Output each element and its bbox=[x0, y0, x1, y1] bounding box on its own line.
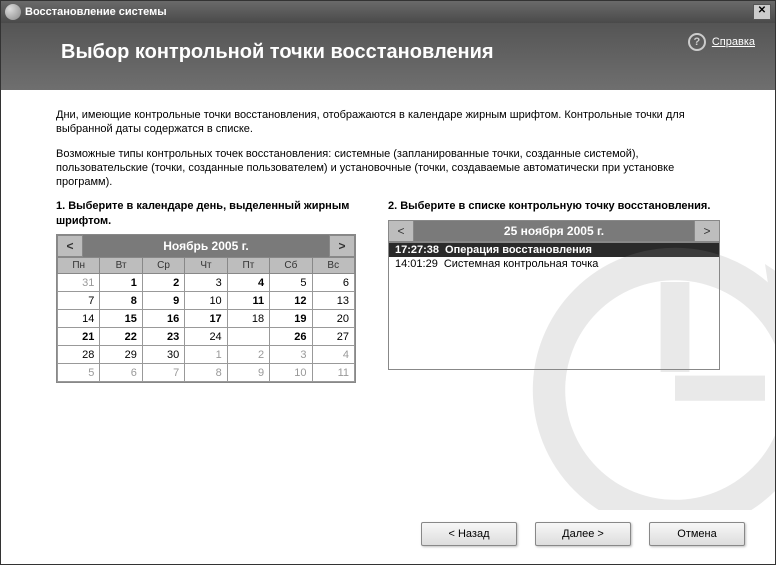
calendar-day[interactable]: 9 bbox=[227, 364, 269, 382]
restore-point-list[interactable]: 17:27:38 Операция восстановления 14:01:29 С… bbox=[388, 242, 720, 370]
restore-point-desc: Операция восстановления bbox=[445, 244, 592, 256]
calendar-weekday: Вт bbox=[100, 258, 142, 274]
content: Дни, имеющие контрольные точки восстанов… bbox=[1, 90, 775, 510]
window-title: Восстановление системы bbox=[25, 6, 167, 18]
calendar-day[interactable]: 8 bbox=[185, 364, 227, 382]
restore-point-item[interactable]: 17:27:38 Операция восстановления bbox=[389, 243, 719, 257]
calendar-day[interactable]: 16 bbox=[142, 310, 184, 328]
calendar-prev-button[interactable]: < bbox=[57, 235, 83, 257]
calendar-day[interactable]: 4 bbox=[312, 346, 354, 364]
calendar-day[interactable]: 21 bbox=[58, 328, 100, 346]
date-prev-button[interactable]: < bbox=[388, 220, 414, 242]
app-icon bbox=[5, 4, 21, 20]
help-link[interactable]: ? Справка bbox=[688, 33, 755, 51]
step1-label: 1. Выберите в календаре день, выделенный… bbox=[56, 199, 370, 228]
restore-point-panel: < 25 ноября 2005 г. > 17:27:38 Операция в… bbox=[388, 220, 720, 370]
calendar-day[interactable]: 6 bbox=[312, 274, 354, 292]
cancel-button[interactable]: Отмена bbox=[649, 522, 745, 546]
restore-point-time: 14:01:29 bbox=[395, 258, 438, 270]
calendar-weekday: Сб bbox=[270, 258, 312, 274]
calendar-day[interactable]: 13 bbox=[312, 292, 354, 310]
calendar-day[interactable]: 7 bbox=[142, 364, 184, 382]
calendar-day[interactable]: 24 bbox=[185, 328, 227, 346]
page-title: Выбор контрольной точки восстановления bbox=[61, 41, 747, 64]
calendar-day[interactable]: 4 bbox=[227, 274, 269, 292]
intro-text-1: Дни, имеющие контрольные точки восстанов… bbox=[56, 108, 720, 137]
calendar-day[interactable]: 12 bbox=[270, 292, 312, 310]
restore-point-desc: Системная контрольная точка bbox=[444, 258, 599, 270]
calendar-day[interactable]: 27 bbox=[312, 328, 354, 346]
close-icon[interactable]: ✕ bbox=[753, 4, 771, 20]
calendar-weekday: Вс bbox=[312, 258, 354, 274]
selected-date: 25 ноября 2005 г. bbox=[414, 220, 694, 242]
calendar-day[interactable]: 31 bbox=[58, 274, 100, 292]
calendar-day[interactable]: 19 bbox=[270, 310, 312, 328]
calendar-day[interactable]: 5 bbox=[58, 364, 100, 382]
calendar-day[interactable]: 1 bbox=[185, 346, 227, 364]
calendar-day[interactable]: 5 bbox=[270, 274, 312, 292]
help-label[interactable]: Справка bbox=[712, 36, 755, 48]
calendar-weekday: Ср bbox=[142, 258, 184, 274]
calendar-weekday: Чт bbox=[185, 258, 227, 274]
calendar-day[interactable]: 3 bbox=[185, 274, 227, 292]
calendar-day[interactable]: 18 bbox=[227, 310, 269, 328]
calendar-day[interactable]: 11 bbox=[312, 364, 354, 382]
calendar-day[interactable]: 6 bbox=[100, 364, 142, 382]
calendar-day[interactable]: 8 bbox=[100, 292, 142, 310]
calendar-day[interactable]: 10 bbox=[185, 292, 227, 310]
calendar-day[interactable]: 3 bbox=[270, 346, 312, 364]
next-button[interactable]: Далее > bbox=[535, 522, 631, 546]
calendar-day[interactable]: 1 bbox=[100, 274, 142, 292]
step2-label: 2. Выберите в списке контрольную точку в… bbox=[388, 199, 720, 213]
calendar-day[interactable]: 14 bbox=[58, 310, 100, 328]
calendar-month: Ноябрь 2005 г. bbox=[83, 235, 329, 257]
calendar-day[interactable]: 26 bbox=[270, 328, 312, 346]
footer: < Назад Далее > Отмена bbox=[1, 510, 775, 564]
calendar-day[interactable]: 2 bbox=[142, 274, 184, 292]
restore-point-item[interactable]: 14:01:29 Системная контрольная точка bbox=[389, 257, 719, 271]
system-restore-window: Восстановление системы ✕ ? Справка Выбор… bbox=[0, 0, 776, 565]
calendar-day[interactable]: 22 bbox=[100, 328, 142, 346]
calendar-day[interactable]: 17 bbox=[185, 310, 227, 328]
calendar-day[interactable]: 23 bbox=[142, 328, 184, 346]
back-button[interactable]: < Назад bbox=[421, 522, 517, 546]
calendar-day[interactable]: 10 bbox=[270, 364, 312, 382]
calendar-day[interactable]: 25 bbox=[227, 328, 269, 346]
help-icon: ? bbox=[688, 33, 706, 51]
calendar-grid: ПнВтСрЧтПтСбВс 3112345678910111213141516… bbox=[57, 257, 355, 382]
calendar-weekday: Пт bbox=[227, 258, 269, 274]
calendar: < Ноябрь 2005 г. > ПнВтСрЧтПтСбВс 311234… bbox=[56, 234, 356, 383]
calendar-day[interactable]: 15 bbox=[100, 310, 142, 328]
calendar-day[interactable]: 11 bbox=[227, 292, 269, 310]
calendar-day[interactable]: 7 bbox=[58, 292, 100, 310]
titlebar: Восстановление системы ✕ bbox=[1, 1, 775, 23]
intro-text-2: Возможные типы контрольных точек восстан… bbox=[56, 147, 720, 190]
date-next-button[interactable]: > bbox=[694, 220, 720, 242]
header: ? Справка Выбор контрольной точки восста… bbox=[1, 23, 775, 90]
calendar-day[interactable]: 28 bbox=[58, 346, 100, 364]
calendar-day[interactable]: 30 bbox=[142, 346, 184, 364]
calendar-day[interactable]: 20 bbox=[312, 310, 354, 328]
restore-point-time: 17:27:38 bbox=[395, 244, 439, 256]
calendar-day[interactable]: 9 bbox=[142, 292, 184, 310]
calendar-weekday: Пн bbox=[58, 258, 100, 274]
calendar-day[interactable]: 29 bbox=[100, 346, 142, 364]
calendar-day[interactable]: 2 bbox=[227, 346, 269, 364]
calendar-next-button[interactable]: > bbox=[329, 235, 355, 257]
